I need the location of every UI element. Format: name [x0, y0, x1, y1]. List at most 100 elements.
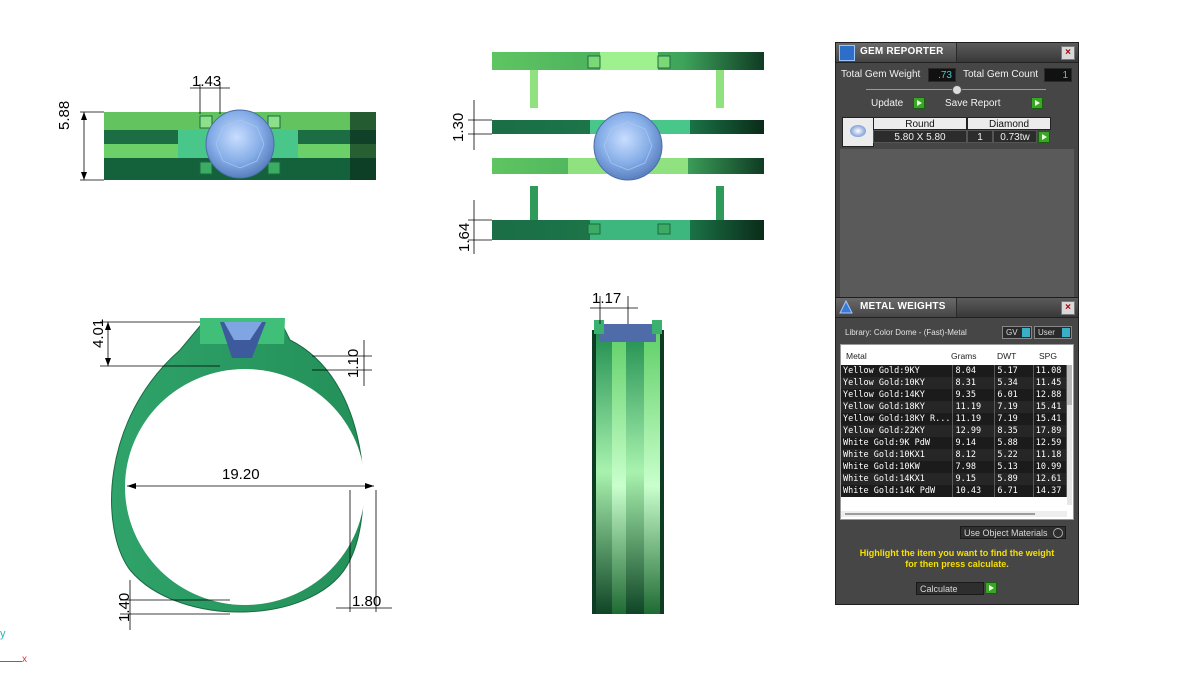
update-button[interactable]	[913, 97, 925, 109]
cell-metal: White Gold:10KW	[841, 461, 954, 473]
save-report-button[interactable]	[1031, 97, 1043, 109]
cell-spg: 11.18	[1033, 449, 1068, 461]
metal-weights-panel: METAL WEIGHTS × Library: Color Dome - (F…	[835, 297, 1079, 605]
user-label: User	[1038, 328, 1055, 337]
dim-top-width: 1.43	[192, 73, 222, 90]
cell-metal: White Gold:9K PdW	[841, 437, 954, 449]
cell-spg: 12.88	[1033, 389, 1068, 401]
col-metal[interactable]: Metal	[846, 351, 867, 361]
scale-icon	[839, 299, 853, 314]
gem-row-action-button[interactable]	[1038, 131, 1050, 143]
cell-metal: Yellow Gold:14KY	[841, 389, 954, 401]
ring-side-view	[468, 52, 764, 254]
cell-dwt: 5.34	[994, 377, 1034, 389]
cell-metal: Yellow Gold:18KY R...	[841, 413, 954, 425]
gv-toggle[interactable]: GV	[1002, 326, 1032, 339]
table-row[interactable]: Yellow Gold:22KY 12.99 8.35 17.89	[841, 425, 1068, 437]
dim-front-side-width: 1.80	[352, 593, 382, 610]
gem-size-cell: 5.80 X 5.80	[873, 130, 967, 143]
total-gem-weight-value: .73	[928, 68, 956, 82]
total-gem-count-label: Total Gem Count	[963, 69, 1039, 80]
cell-dwt: 7.19	[994, 401, 1034, 413]
user-indicator	[1062, 328, 1070, 337]
gem-weight-cell: 0.73tw	[993, 130, 1037, 143]
cell-spg: 14.37	[1033, 485, 1068, 497]
library-label: Library: Color Dome - (Fast)-Metal	[845, 328, 967, 337]
axis-x-line	[0, 661, 22, 662]
cell-dwt: 7.19	[994, 413, 1034, 425]
dim-front-stone-height: 4.01	[90, 318, 107, 348]
metal-table: Metal Grams DWT SPG Yellow Gold:9KY 8.04 5…	[840, 344, 1074, 520]
gem-thumbnail[interactable]	[842, 117, 874, 147]
hint-line-2: for then press calculate.	[905, 559, 1009, 569]
use-object-materials-dropdown[interactable]: Use Object Materials	[960, 526, 1066, 539]
cell-grams: 10.43	[952, 485, 996, 497]
table-row[interactable]: White Gold:14K PdW 10.43 6.71 14.37	[841, 485, 1068, 497]
cell-metal: White Gold:14KX1	[841, 473, 954, 485]
table-row[interactable]: Yellow Gold:14KY 9.35 6.01 12.88	[841, 389, 1068, 401]
dim-front-shoulder: 1.10	[345, 348, 362, 378]
cell-metal: White Gold:10KX1	[841, 449, 954, 461]
table-row[interactable]: White Gold:9K PdW 9.14 5.88 12.59	[841, 437, 1068, 449]
table-row[interactable]: Yellow Gold:18KY 11.19 7.19 15.41	[841, 401, 1068, 413]
table-row[interactable]: Yellow Gold:10KY 8.31 5.34 11.45	[841, 377, 1068, 389]
metal-table-hscroll-thumb[interactable]	[845, 513, 1035, 515]
table-row[interactable]: Yellow Gold:9KY 8.04 5.17 11.08	[841, 365, 1068, 377]
dim-side-gap-top: 1.30	[450, 112, 467, 142]
cell-grams: 11.19	[952, 413, 996, 425]
gem-reporter-icon	[839, 45, 855, 61]
ring-profile-view	[590, 296, 664, 614]
total-gem-weight-label: Total Gem Weight	[841, 69, 921, 80]
cell-spg: 12.61	[1033, 473, 1068, 485]
use-object-materials-label: Use Object Materials	[964, 528, 1048, 538]
gem-type-header: Diamond	[967, 117, 1051, 130]
update-label: Update	[871, 98, 904, 109]
table-row[interactable]: White Gold:10KX1 8.12 5.22 11.18	[841, 449, 1068, 461]
table-row[interactable]: White Gold:10KW 7.98 5.13 10.99	[841, 461, 1068, 473]
calculate-button[interactable]	[985, 582, 997, 594]
dropdown-circle-icon	[1053, 528, 1063, 538]
col-dwt[interactable]: DWT	[997, 351, 1016, 361]
cell-spg: 11.08	[1033, 365, 1068, 377]
cell-grams: 8.12	[952, 449, 996, 461]
cell-grams: 9.15	[952, 473, 996, 485]
cell-metal: Yellow Gold:18KY	[841, 401, 954, 413]
table-row[interactable]: White Gold:14KX1 9.15 5.89 12.61	[841, 473, 1068, 485]
dim-side-gap-bottom: 1.64	[456, 222, 473, 252]
user-toggle[interactable]: User	[1034, 326, 1072, 339]
cell-dwt: 5.88	[994, 437, 1034, 449]
metal-weights-close-button[interactable]: ×	[1061, 301, 1075, 315]
gem-reporter-titlebar[interactable]: GEM REPORTER ×	[836, 43, 1078, 63]
col-grams[interactable]: Grams	[951, 351, 977, 361]
cell-dwt: 5.22	[994, 449, 1034, 461]
col-spg[interactable]: SPG	[1039, 351, 1057, 361]
metal-weights-titlebar[interactable]: METAL WEIGHTS ×	[836, 298, 1078, 318]
gem-shape-header: Round	[873, 117, 967, 130]
cell-spg: 17.89	[1033, 425, 1068, 437]
save-report-label: Save Report	[945, 98, 1001, 109]
cell-grams: 11.19	[952, 401, 996, 413]
cell-grams: 9.14	[952, 437, 996, 449]
cell-dwt: 8.35	[994, 425, 1034, 437]
cell-grams: 9.35	[952, 389, 996, 401]
cell-grams: 8.04	[952, 365, 996, 377]
axis-y-label: y	[0, 628, 6, 640]
metal-weights-title: METAL WEIGHTS	[860, 301, 946, 312]
gem-list-area	[840, 149, 1074, 297]
cell-metal: White Gold:14K PdW	[841, 485, 954, 497]
cell-dwt: 6.71	[994, 485, 1034, 497]
metal-table-vscrollbar[interactable]	[1067, 365, 1072, 505]
calculate-field[interactable]: Calculate	[916, 582, 984, 595]
cell-dwt: 5.13	[994, 461, 1034, 473]
cell-metal: Yellow Gold:22KY	[841, 425, 954, 437]
calculate-label: Calculate	[920, 584, 958, 594]
total-gem-count-value: 1	[1044, 68, 1072, 82]
cell-spg: 10.99	[1033, 461, 1068, 473]
metal-table-hscrollbar[interactable]	[841, 511, 1067, 517]
gem-count-cell: 1	[967, 130, 993, 143]
dim-top-height: 5.88	[56, 100, 73, 130]
table-row[interactable]: Yellow Gold:18KY R... 11.19 7.19 15.41	[841, 413, 1068, 425]
metal-table-vscroll-thumb[interactable]	[1067, 365, 1072, 405]
gem-reporter-close-button[interactable]: ×	[1061, 46, 1075, 60]
gem-slider-thumb[interactable]	[952, 85, 962, 95]
